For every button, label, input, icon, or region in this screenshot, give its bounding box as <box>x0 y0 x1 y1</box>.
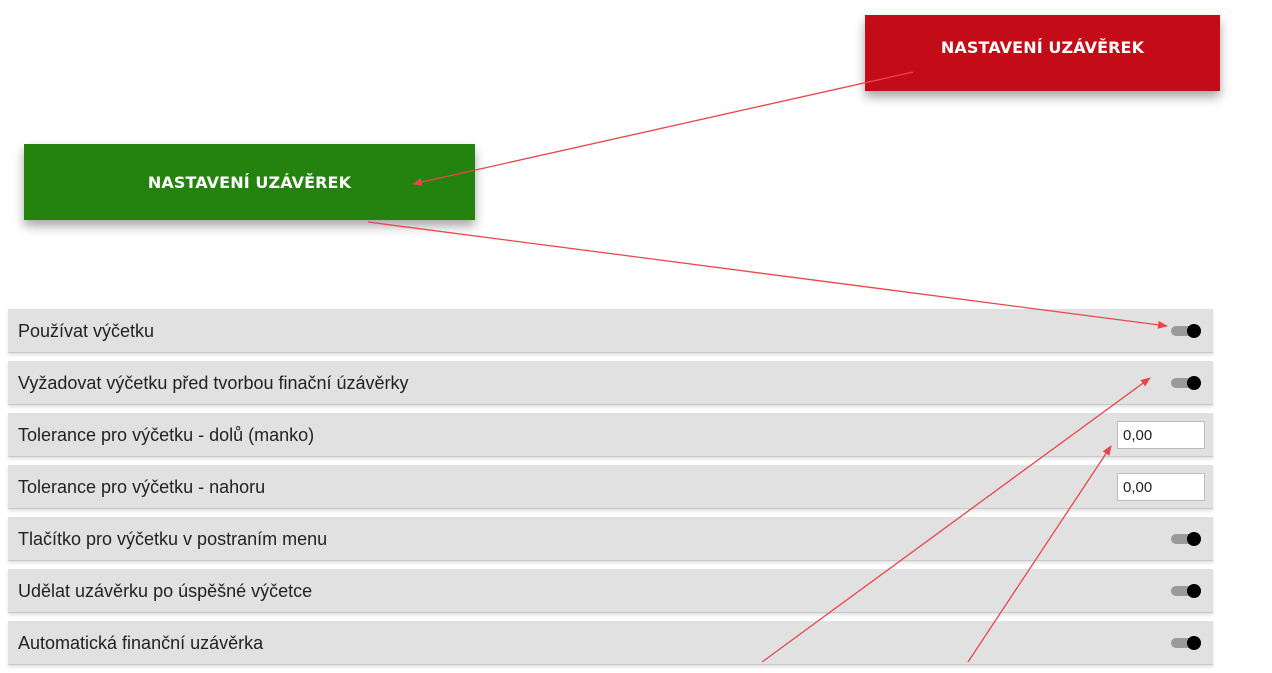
toggle-thumb <box>1187 324 1201 338</box>
setting-row-vyzadovat-vycetku: Vyžadovat výčetku před tvorbou finační ú… <box>8 361 1213 405</box>
setting-row-pouzivat-vycetku: Používat výčetku <box>8 309 1213 353</box>
pouzivat-vycetku-toggle[interactable] <box>1171 324 1201 338</box>
udelat-uzaverku-toggle[interactable] <box>1171 584 1201 598</box>
setting-row-tlacitko-menu: Tlačítko pro výčetku v postraním menu <box>8 517 1213 561</box>
toggle-thumb <box>1187 584 1201 598</box>
setting-row-tolerance-nahoru: Tolerance pro výčetku - nahoru <box>8 465 1213 509</box>
tolerance-nahoru-input[interactable] <box>1117 473 1205 501</box>
setting-label: Vyžadovat výčetku před tvorbou finační ú… <box>18 373 409 393</box>
nastaveni-uzaverek-button-green[interactable]: NASTAVENÍ UZÁVĚREK <box>24 144 475 220</box>
setting-label: Tolerance pro výčetku - nahoru <box>18 477 266 497</box>
setting-row-tolerance-dolu: Tolerance pro výčetku - dolů (manko) <box>8 413 1213 457</box>
toggle-thumb <box>1187 532 1201 546</box>
setting-row-udelat-uzaverku: Udělat uzávěrku po úspěšné výčetce <box>8 569 1213 613</box>
nastaveni-uzaverek-button-green-label: NASTAVENÍ UZÁVĚREK <box>147 172 352 192</box>
setting-label: Tolerance pro výčetku - dolů (manko) <box>18 425 315 445</box>
nastaveni-uzaverek-button-red-label: NASTAVENÍ UZÁVĚREK <box>940 37 1145 57</box>
setting-label: Tlačítko pro výčetku v postraním menu <box>18 529 328 549</box>
setting-label: Automatická finanční uzávěrka <box>18 633 264 653</box>
toggle-thumb <box>1187 376 1201 390</box>
automaticka-uzaverka-toggle[interactable] <box>1171 636 1201 650</box>
setting-label: Používat výčetku <box>18 321 155 341</box>
vyzadovat-vycetku-toggle[interactable] <box>1171 376 1201 390</box>
setting-row-automaticka-uzaverka: Automatická finanční uzávěrka <box>8 621 1213 665</box>
nastaveni-uzaverek-button-red[interactable]: NASTAVENÍ UZÁVĚREK <box>865 15 1220 91</box>
setting-label: Udělat uzávěrku po úspěšné výčetce <box>18 581 313 601</box>
tlacitko-menu-toggle[interactable] <box>1171 532 1201 546</box>
tolerance-dolu-input[interactable] <box>1117 421 1205 449</box>
settings-list: Používat výčetku Vyžadovat výčetku před … <box>8 309 1213 673</box>
toggle-thumb <box>1187 636 1201 650</box>
arrow-red-to-green <box>412 71 914 186</box>
